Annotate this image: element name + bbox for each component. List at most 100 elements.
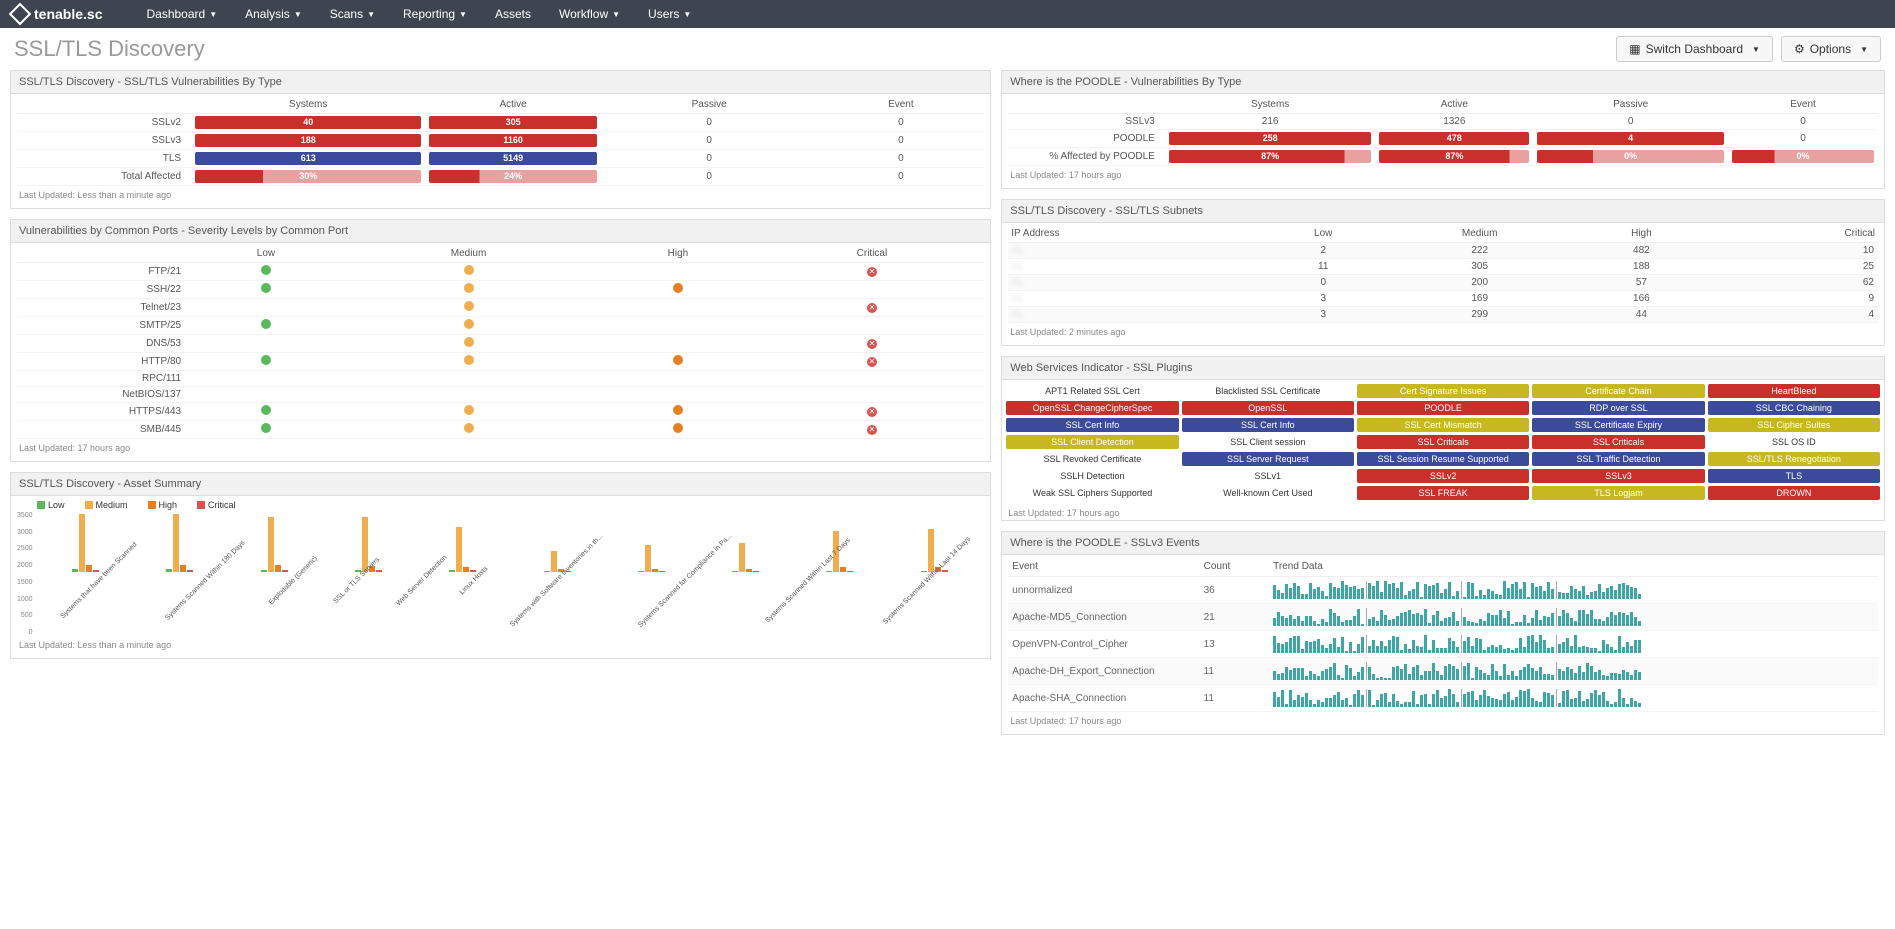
chevron-down-icon: ▼ xyxy=(294,10,302,19)
switch-dashboard-button[interactable]: ▦ Switch Dashboard ▼ xyxy=(1616,36,1773,62)
critical-icon: ✕ xyxy=(867,425,877,435)
table-row: Total Affected30%24%00 xyxy=(17,168,984,186)
plugin-badge[interactable]: Blacklisted SSL Certificate xyxy=(1182,384,1354,398)
severity-dot xyxy=(464,337,474,347)
table-row: TLS613514900 xyxy=(17,150,984,168)
plugin-badge[interactable]: SSL Client Detection xyxy=(1006,435,1178,449)
plugin-badge[interactable]: Cert Signature Issues xyxy=(1357,384,1529,398)
brand-logo[interactable]: tenable.sc xyxy=(12,6,102,22)
plugin-badge[interactable]: SSLv3 xyxy=(1532,469,1704,483)
bar[interactable]: 0% xyxy=(1537,150,1724,163)
bar[interactable]: 258 xyxy=(1169,132,1372,145)
chart-legend: Low Medium High Critical xyxy=(17,498,984,512)
plugin-badge[interactable]: SSL Criticals xyxy=(1357,435,1529,449)
plugin-badge[interactable]: OpenSSL xyxy=(1182,401,1354,415)
plugin-badge[interactable]: SSL Cipher Suites xyxy=(1708,418,1880,432)
plugin-badge[interactable]: SSLv2 xyxy=(1357,469,1529,483)
plugin-badge[interactable]: OpenSSL ChangeCipherSpec xyxy=(1006,401,1178,415)
panel-title: Vulnerabilities by Common Ports - Severi… xyxy=(11,220,990,243)
nav-reporting[interactable]: Reporting▼ xyxy=(389,7,481,21)
plugin-badge[interactable]: SSL Cert Mismatch xyxy=(1357,418,1529,432)
bar[interactable]: 87% xyxy=(1379,150,1529,163)
nav-workflow[interactable]: Workflow▼ xyxy=(545,7,634,21)
nav-scans[interactable]: Scans▼ xyxy=(316,7,389,21)
plugin-badge[interactable]: APT1 Related SSL Cert xyxy=(1006,384,1178,398)
plugin-badge[interactable]: DROWN xyxy=(1708,486,1880,500)
bar[interactable]: 87% xyxy=(1169,150,1372,163)
plugin-badge[interactable]: SSL Server Request xyxy=(1182,452,1354,466)
plugin-badge[interactable]: SSL Cert Info xyxy=(1006,418,1178,432)
sparkline xyxy=(1273,662,1874,680)
nav-analysis[interactable]: Analysis▼ xyxy=(231,7,316,21)
plugin-badge[interactable]: TLS Logjam xyxy=(1532,486,1704,500)
plugin-badge[interactable]: POODLE xyxy=(1357,401,1529,415)
plugin-badge[interactable]: SSL Cert Info xyxy=(1182,418,1354,432)
bar[interactable]: 5149 xyxy=(429,152,597,165)
plugin-badge[interactable]: SSL CBC Chaining xyxy=(1708,401,1880,415)
plugin-badge[interactable]: Certificate Chain xyxy=(1532,384,1704,398)
table-row[interactable]: unnormalized36 xyxy=(1008,577,1878,604)
critical-icon: ✕ xyxy=(867,303,877,313)
bar[interactable]: 30% xyxy=(195,170,421,183)
severity-dot xyxy=(673,423,683,433)
bar[interactable]: 613 xyxy=(195,152,421,165)
table-row: RPC/111 xyxy=(17,371,984,387)
table-row[interactable]: Apache-SHA_Connection11 xyxy=(1008,685,1878,712)
table-row[interactable]: Apache-MD5_Connection21 xyxy=(1008,604,1878,631)
page-title: SSL/TLS Discovery xyxy=(14,36,205,62)
table-row: SMB/445✕ xyxy=(17,421,984,439)
plugin-badge[interactable]: SSL Criticals xyxy=(1532,435,1704,449)
plugin-badge[interactable]: TLS xyxy=(1708,469,1880,483)
plugin-badge[interactable]: SSLH Detection xyxy=(1006,469,1178,483)
severity-dot xyxy=(673,405,683,415)
plugin-badge[interactable]: SSL Traffic Detection xyxy=(1532,452,1704,466)
bar[interactable]: 478 xyxy=(1379,132,1529,145)
plugin-badge[interactable]: RDP over SSL xyxy=(1532,401,1704,415)
severity-dot xyxy=(261,265,271,275)
plugin-badge[interactable]: SSL OS ID xyxy=(1708,435,1880,449)
nav-dashboard[interactable]: Dashboard▼ xyxy=(132,7,231,21)
severity-dot xyxy=(673,355,683,365)
bar[interactable]: 188 xyxy=(195,134,421,147)
plugin-badge[interactable]: SSL FREAK xyxy=(1357,486,1529,500)
plugin-badge[interactable]: SSL Certificate Expiry xyxy=(1532,418,1704,432)
severity-dot xyxy=(464,355,474,365)
bar[interactable]: 0% xyxy=(1732,150,1874,163)
bar[interactable]: 4 xyxy=(1537,132,1724,145)
table-row[interactable]: —02005762 xyxy=(1008,275,1878,291)
severity-dot xyxy=(464,319,474,329)
plugin-badge[interactable]: HeartBleed xyxy=(1708,384,1880,398)
bar[interactable]: 305 xyxy=(429,116,597,129)
table-row[interactable]: —3299444 xyxy=(1008,307,1878,323)
table-row[interactable]: —1130518825 xyxy=(1008,259,1878,275)
plugin-badge[interactable]: SSL/TLS Renegotiation xyxy=(1708,452,1880,466)
critical-icon: ✕ xyxy=(867,339,877,349)
table-row[interactable]: OpenVPN-Control_Cipher13 xyxy=(1008,631,1878,658)
table-row[interactable]: —31691669 xyxy=(1008,291,1878,307)
plugin-badge[interactable]: SSL Session Resume Supported xyxy=(1357,452,1529,466)
chevron-down-icon: ▼ xyxy=(367,10,375,19)
bar[interactable]: 1160 xyxy=(429,134,597,147)
panel-title: Web Services Indicator - SSL Plugins xyxy=(1002,357,1884,380)
plugin-badge[interactable]: SSL Revoked Certificate xyxy=(1006,452,1178,466)
table-row[interactable]: Apache-DH_Export_Connection11 xyxy=(1008,658,1878,685)
table-row: % Affected by POODLE87%87%0%0% xyxy=(1008,148,1878,166)
page-header: SSL/TLS Discovery ▦ Switch Dashboard ▼ ⚙… xyxy=(0,28,1895,70)
vuln-type-table: SystemsActivePassiveEvent SSLv24030500SS… xyxy=(17,96,984,186)
bar[interactable]: 40 xyxy=(195,116,421,129)
nav-users[interactable]: Users▼ xyxy=(634,7,705,21)
chevron-down-icon: ▼ xyxy=(1860,45,1868,54)
plugin-badge[interactable]: SSLv1 xyxy=(1182,469,1354,483)
grid-icon: ▦ xyxy=(1629,42,1640,56)
sparkline xyxy=(1273,689,1874,707)
top-nav: tenable.sc Dashboard▼Analysis▼Scans▼Repo… xyxy=(0,0,1895,28)
plugin-badge[interactable]: Well-known Cert Used xyxy=(1182,486,1354,500)
plugin-badge[interactable]: SSL Client session xyxy=(1182,435,1354,449)
table-row[interactable]: —222248210 xyxy=(1008,243,1878,259)
nav-assets[interactable]: Assets xyxy=(481,7,545,21)
panel-asset-summary: SSL/TLS Discovery - Asset Summary Low Me… xyxy=(10,472,991,659)
options-button[interactable]: ⚙ Options ▼ xyxy=(1781,36,1881,62)
bar[interactable]: 24% xyxy=(429,170,597,183)
plugin-badge[interactable]: Weak SSL Ciphers Supported xyxy=(1006,486,1178,500)
severity-dot xyxy=(673,283,683,293)
